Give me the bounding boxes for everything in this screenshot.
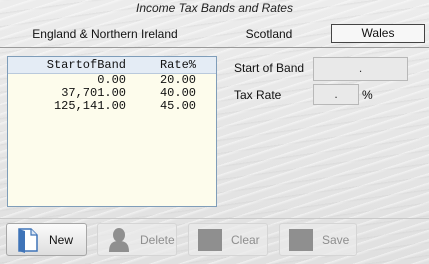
tab-wales[interactable]: Wales <box>331 24 425 43</box>
delete-user-icon <box>107 227 131 253</box>
tab-scotland[interactable]: Scotland <box>210 23 328 45</box>
column-header-rate[interactable]: Rate% <box>126 57 196 73</box>
tab-bar: England & Northern Ireland Scotland Wale… <box>0 20 429 48</box>
column-header-start[interactable]: StartofBand <box>8 57 126 73</box>
percent-unit-label: % <box>362 88 373 102</box>
window-title: Income Tax Bands and Rates <box>136 1 293 15</box>
list-item[interactable]: 125,141.00 45.00 <box>8 100 216 113</box>
clear-button[interactable]: Clear <box>188 223 268 256</box>
clear-button-label: Clear <box>231 232 260 247</box>
delete-button[interactable]: Delete <box>97 223 177 256</box>
band-rate: 45.00 <box>159 99 196 113</box>
bands-list[interactable]: StartofBand Rate% 0.00 20.00 37,701.00 4… <box>7 56 217 207</box>
tax-rate-input[interactable]: . <box>313 84 359 105</box>
tab-england-ni[interactable]: England & Northern Ireland <box>0 23 210 45</box>
delete-button-label: Delete <box>140 232 175 247</box>
band-start: 125,141.00 <box>53 99 126 113</box>
clear-icon <box>198 227 222 253</box>
save-icon <box>289 227 313 253</box>
start-of-band-input[interactable]: . <box>313 57 408 81</box>
save-button-label: Save <box>322 232 350 247</box>
start-of-band-label: Start of Band <box>234 61 305 75</box>
tax-rate-label: Tax Rate <box>234 88 282 102</box>
new-document-icon <box>16 227 40 253</box>
button-toolbar: New Delete Clear Save <box>0 218 429 264</box>
bands-list-header: StartofBand Rate% <box>8 57 216 74</box>
new-button[interactable]: New <box>6 223 87 256</box>
new-button-label: New <box>49 232 74 247</box>
save-button[interactable]: Save <box>279 223 357 256</box>
